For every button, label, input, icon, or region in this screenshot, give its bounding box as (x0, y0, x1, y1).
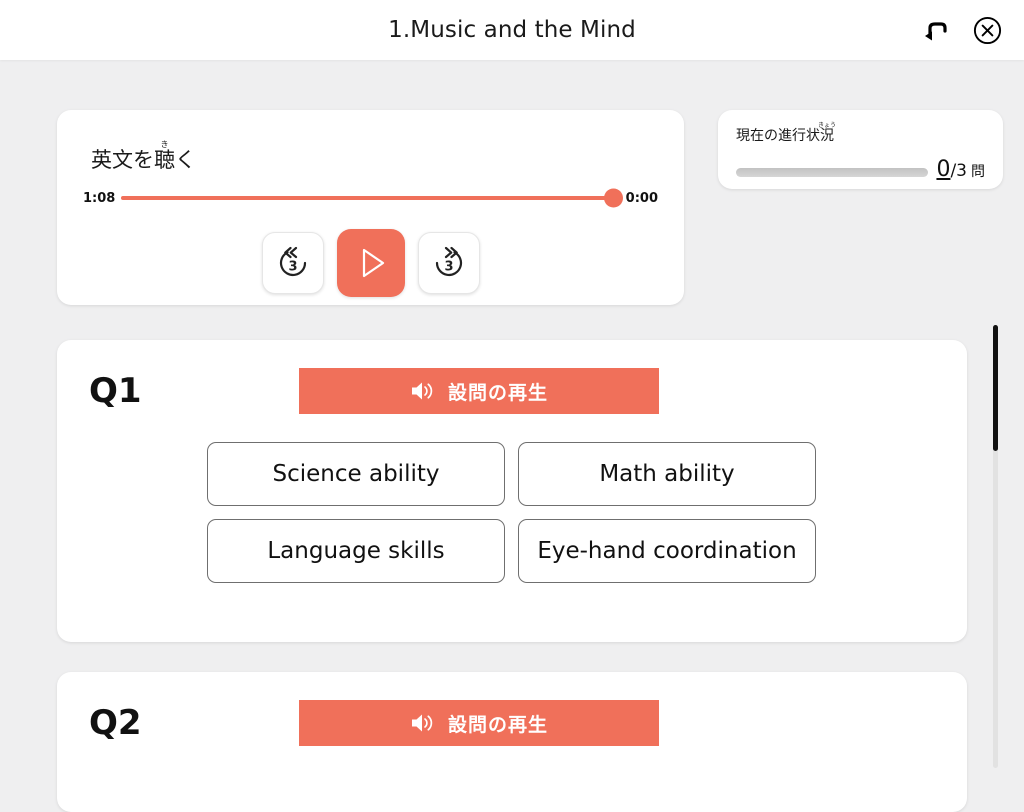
question-header: Q2 設問の再生 (57, 700, 967, 746)
scrollbar-thumb[interactable] (993, 325, 998, 451)
question-card: Q2 設問の再生 (57, 672, 967, 812)
progress-title-ruby: 況きょう (818, 123, 836, 145)
progress-status-title: 現在の進行状況きょう (736, 122, 985, 145)
answer-option[interactable]: Math ability (518, 442, 816, 506)
audio-player-title: 英文を聴きく (91, 140, 658, 173)
question-play-button[interactable]: 設問の再生 (299, 700, 659, 746)
answer-option[interactable]: Eye-hand coordination (518, 519, 816, 583)
progress-bar-track (736, 168, 929, 177)
rewind-3-seconds-button[interactable]: 3 (261, 232, 324, 295)
header-actions (920, 0, 1002, 60)
progress-title-base: 現在の進行状 (736, 128, 820, 144)
elapsed-time-label: 1:08 (83, 190, 116, 206)
audio-title-ruby-text: き (154, 140, 175, 149)
audio-player-card: 英文を聴きく 1:08 0:00 3 3 (57, 110, 684, 305)
close-circle-icon[interactable] (972, 15, 1002, 45)
progress-completed-count: 0 (936, 157, 951, 182)
remaining-time-label: 0:00 (625, 190, 658, 206)
question-card: Q1 設問の再生 Science ability Math ability La… (57, 340, 967, 642)
audio-seek-thumb[interactable] (603, 188, 623, 208)
speaker-icon (411, 382, 433, 400)
question-label: Q2 (89, 703, 142, 743)
audio-title-ruby-base: 聴 (154, 148, 175, 172)
progress-status-row: 0/3 問 (736, 157, 985, 182)
progress-title-ruby-text: きょう (818, 122, 837, 129)
question-header: Q1 設問の再生 (57, 368, 967, 414)
play-button[interactable] (336, 229, 405, 298)
answer-option[interactable]: Science ability (207, 442, 505, 506)
progress-status-card: 現在の進行状況きょう 0/3 問 (718, 110, 1003, 189)
answer-option-row: Science ability Math ability (207, 442, 943, 506)
rewind-seconds-label: 3 (288, 260, 297, 275)
answer-options: Science ability Math ability Language sk… (57, 442, 967, 583)
audio-seek-slider[interactable] (121, 188, 623, 208)
question-play-button[interactable]: 設問の再生 (299, 368, 659, 414)
audio-title-ruby: 聴き (154, 141, 175, 173)
page-title: 1.Music and the Mind (388, 17, 636, 43)
question-label: Q1 (89, 371, 142, 411)
progress-count: 0/3 問 (936, 157, 985, 182)
page-content: 英文を聴きく 1:08 0:00 3 3 現在の進行状況きょう 0/3 問 Q1… (0, 60, 1024, 812)
audio-title-base: 英文を (91, 148, 154, 172)
app-header: 1.Music and the Mind (0, 0, 1024, 60)
forward-seconds-label: 3 (444, 260, 453, 275)
answer-option-row: Language skills Eye-hand coordination (207, 519, 943, 583)
question-play-label: 設問の再生 (447, 381, 548, 404)
audio-seek-track (121, 196, 620, 201)
forward-3-seconds-icon: 3 (435, 247, 462, 277)
progress-total-count: /3 (950, 161, 967, 181)
forward-3-seconds-button[interactable]: 3 (417, 232, 480, 295)
speaker-icon (411, 714, 433, 732)
rewind-3-seconds-icon: 3 (279, 247, 306, 277)
question-play-label: 設問の再生 (447, 713, 548, 736)
return-arrow-icon[interactable] (920, 15, 950, 45)
progress-title-ruby-base: 況 (818, 128, 836, 144)
audio-title-tail: く (175, 148, 196, 172)
answer-option[interactable]: Language skills (207, 519, 505, 583)
audio-seek-row: 1:08 0:00 (83, 188, 658, 208)
audio-controls: 3 3 (83, 229, 658, 298)
progress-unit-label: 問 (971, 164, 985, 180)
play-icon (362, 249, 384, 278)
